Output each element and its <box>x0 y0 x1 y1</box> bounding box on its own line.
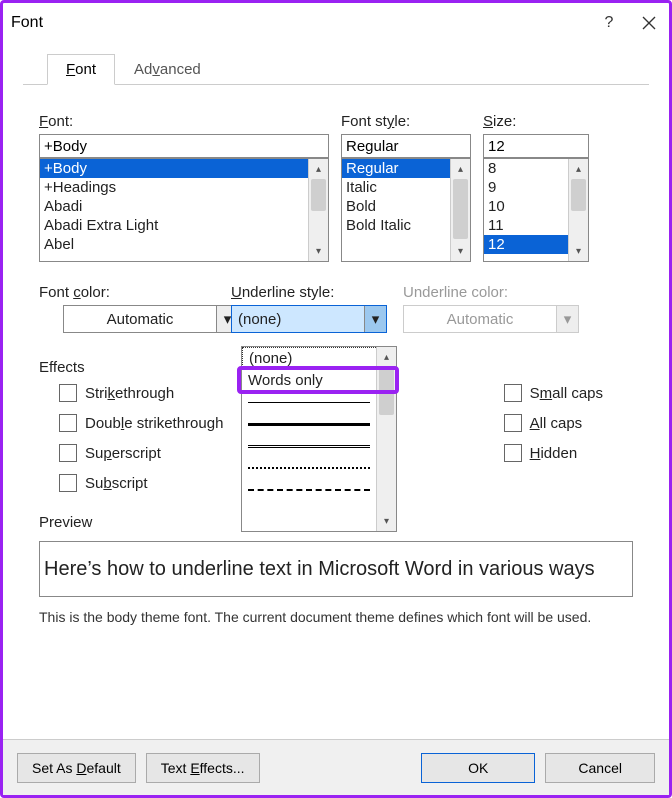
font-list-scrollbar[interactable]: ▴ ▾ <box>308 159 328 261</box>
tab-strip: Font Advanced <box>23 43 649 85</box>
underline-option-none[interactable]: (none) <box>242 347 396 369</box>
style-listbox[interactable]: Regular Italic Bold Bold Italic ▴ ▾ <box>341 158 471 262</box>
window-title: Font <box>11 14 589 32</box>
font-pickers-row: Font: +Body +Headings Abadi Abadi Extra … <box>39 113 633 262</box>
scroll-thumb[interactable] <box>311 179 326 211</box>
all-caps-checkbox[interactable]: All caps <box>504 414 603 432</box>
close-button[interactable] <box>629 3 669 43</box>
scroll-up-icon[interactable]: ▴ <box>569 159 588 179</box>
style-label: Font style: <box>341 113 471 130</box>
double-strikethrough-checkbox[interactable]: Double strikethrough <box>59 414 223 432</box>
scroll-down-icon[interactable]: ▾ <box>309 241 328 261</box>
effects-left-col: Strikethrough Double strikethrough Super… <box>59 384 223 492</box>
scroll-thumb[interactable] <box>571 179 586 211</box>
underline-option-thick[interactable] <box>242 413 396 435</box>
scroll-up-icon[interactable]: ▴ <box>377 347 396 367</box>
color-row: Font color: Automatic ▾ Underline style:… <box>39 284 633 333</box>
style-list-scrollbar[interactable]: ▴ ▾ <box>450 159 470 261</box>
cancel-button[interactable]: Cancel <box>545 753 655 783</box>
style-input[interactable] <box>341 134 471 158</box>
tab-font-label: Font <box>66 61 96 78</box>
underline-style-combo[interactable]: (none) ▾ <box>231 305 387 333</box>
font-list-item[interactable]: Abel <box>40 235 328 254</box>
underline-option-single[interactable] <box>242 391 396 413</box>
tab-font[interactable]: Font <box>47 54 115 85</box>
underline-color-combo: Automatic ▾ <box>403 305 579 333</box>
titlebar: Font ? <box>3 3 669 43</box>
underline-option-dotted[interactable] <box>242 457 396 479</box>
content-area: Font: +Body +Headings Abadi Abadi Extra … <box>3 85 669 739</box>
underline-option-words-only[interactable]: Words only <box>242 369 396 391</box>
dialog-footer: Set As Default Text Effects... OK Cancel <box>3 739 669 795</box>
underline-color-group: Underline color: Automatic ▾ <box>403 284 579 333</box>
small-caps-checkbox[interactable]: Small caps <box>504 384 603 402</box>
underline-style-value: (none) <box>232 311 364 328</box>
size-input[interactable] <box>483 134 589 158</box>
underline-color-value: Automatic <box>404 311 556 328</box>
ok-button[interactable]: OK <box>421 753 535 783</box>
font-list-item[interactable]: Abadi Extra Light <box>40 216 328 235</box>
scroll-up-icon[interactable]: ▴ <box>451 159 470 179</box>
scroll-up-icon[interactable]: ▴ <box>309 159 328 179</box>
tab-advanced[interactable]: Advanced <box>115 54 220 85</box>
underline-style-dropdown[interactable]: (none) Words only ▴ ▾ <box>241 346 397 532</box>
font-listbox[interactable]: +Body +Headings Abadi Abadi Extra Light … <box>39 158 329 262</box>
scroll-down-icon[interactable]: ▾ <box>569 241 588 261</box>
text-effects-button[interactable]: Text Effects... <box>146 753 260 783</box>
chevron-down-icon: ▾ <box>364 306 386 332</box>
set-as-default-button[interactable]: Set As Default <box>17 753 136 783</box>
size-column: Size: 8 9 10 11 12 ▴ ▾ <box>483 113 589 262</box>
underline-option-dashed[interactable] <box>242 479 396 501</box>
underline-style-label: Underline style: <box>231 284 387 301</box>
scroll-down-icon[interactable]: ▾ <box>451 241 470 261</box>
hidden-checkbox[interactable]: Hidden <box>504 444 603 462</box>
font-input[interactable] <box>39 134 329 158</box>
preview-text: Here’s how to underline text in Microsof… <box>44 558 595 581</box>
size-label: Size: <box>483 113 589 130</box>
font-color-group: Font color: Automatic ▾ <box>39 284 215 333</box>
font-color-combo[interactable]: Automatic ▾ <box>63 305 239 333</box>
subscript-checkbox[interactable]: Subscript <box>59 474 223 492</box>
help-button[interactable]: ? <box>589 3 629 43</box>
font-list-item[interactable]: Abadi <box>40 197 328 216</box>
font-list-item[interactable]: +Body <box>40 159 328 178</box>
effects-right-col: Small caps All caps Hidden <box>504 384 603 492</box>
tab-advanced-label: Advanced <box>134 61 201 78</box>
close-icon <box>642 16 656 30</box>
font-color-label: Font color: <box>39 284 215 301</box>
underline-style-group: Underline style: (none) ▾ <box>231 284 387 333</box>
chevron-down-icon: ▾ <box>556 306 578 332</box>
preview-box: Here’s how to underline text in Microsof… <box>39 541 633 597</box>
superscript-checkbox[interactable]: Superscript <box>59 444 223 462</box>
strikethrough-checkbox[interactable]: Strikethrough <box>59 384 223 402</box>
underline-color-label: Underline color: <box>403 284 579 301</box>
size-list-scrollbar[interactable]: ▴ ▾ <box>568 159 588 261</box>
underline-scrollbar[interactable]: ▴ ▾ <box>376 347 396 531</box>
preview-note: This is the body theme font. The current… <box>39 609 633 625</box>
font-color-value: Automatic <box>64 311 216 328</box>
size-listbox[interactable]: 8 9 10 11 12 ▴ ▾ <box>483 158 589 262</box>
font-dialog: Font ? Font Advanced Font: +Body +Headin… <box>0 0 672 798</box>
scroll-thumb[interactable] <box>453 179 468 239</box>
style-column: Font style: Regular Italic Bold Bold Ita… <box>341 113 471 262</box>
font-column: Font: +Body +Headings Abadi Abadi Extra … <box>39 113 329 262</box>
scroll-down-icon[interactable]: ▾ <box>377 511 396 531</box>
underline-option-double[interactable] <box>242 435 396 457</box>
font-list-item[interactable]: +Headings <box>40 178 328 197</box>
font-label: Font: <box>39 113 329 130</box>
scroll-thumb[interactable] <box>379 367 394 415</box>
